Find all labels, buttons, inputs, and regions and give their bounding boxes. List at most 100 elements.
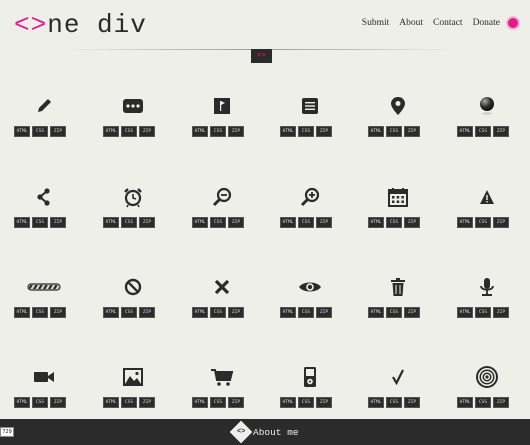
html-button[interactable]: HTML [103, 126, 119, 137]
zip-button[interactable]: ZIP [404, 126, 420, 137]
css-button[interactable]: CSS [32, 217, 48, 228]
html-button[interactable]: HTML [368, 307, 384, 318]
html-button[interactable]: HTML [192, 217, 208, 228]
about-me-label: About me [253, 426, 299, 438]
css-button[interactable]: CSS [210, 126, 226, 137]
ball-icon [469, 92, 505, 120]
grid-cell: HTML CSS ZIP [103, 177, 163, 239]
calendar-icon [380, 183, 416, 211]
cart-icon [204, 363, 240, 391]
html-button[interactable]: HTML [103, 217, 119, 228]
zip-button[interactable]: ZIP [493, 397, 509, 408]
css-button[interactable]: CSS [475, 217, 491, 228]
grid-cell: HTML CSS ZIP [103, 357, 163, 419]
html-button[interactable]: HTML [14, 397, 30, 408]
css-button[interactable]: CSS [386, 126, 402, 137]
donate-circle-icon[interactable] [506, 16, 520, 30]
logo[interactable]: <>ne div [14, 10, 147, 40]
css-button[interactable]: CSS [32, 397, 48, 408]
zip-button[interactable]: ZIP [316, 217, 332, 228]
css-button[interactable]: CSS [210, 217, 226, 228]
zip-button[interactable]: ZIP [228, 397, 244, 408]
zip-button[interactable]: ZIP [50, 397, 66, 408]
zip-button[interactable]: ZIP [493, 307, 509, 318]
css-button[interactable]: CSS [210, 397, 226, 408]
grid-cell: HTML CSS ZIP [280, 267, 340, 329]
zip-button[interactable]: ZIP [139, 397, 155, 408]
zip-button[interactable]: ZIP [316, 126, 332, 137]
css-button[interactable]: CSS [386, 307, 402, 318]
nav-contact[interactable]: Contact [433, 18, 463, 28]
grid-cell: HTML CSS ZIP [368, 177, 428, 239]
grid-cell: HTML CSS ZIP [14, 357, 74, 419]
css-button[interactable]: CSS [475, 126, 491, 137]
css-button[interactable]: CSS [121, 217, 137, 228]
html-button[interactable]: HTML [14, 126, 30, 137]
footer-bar: <> About me [0, 419, 530, 445]
css-button[interactable]: CSS [121, 307, 137, 318]
css-button[interactable]: CSS [32, 126, 48, 137]
html-button[interactable]: HTML [14, 217, 30, 228]
html-button[interactable]: HTML [457, 307, 473, 318]
eye-icon [292, 273, 328, 301]
html-button[interactable]: HTML [457, 126, 473, 137]
css-button[interactable]: CSS [121, 397, 137, 408]
css-button[interactable]: CSS [298, 217, 314, 228]
target-icon [469, 363, 505, 391]
zip-button[interactable]: ZIP [228, 126, 244, 137]
css-button[interactable]: CSS [386, 397, 402, 408]
zip-button[interactable]: ZIP [404, 217, 420, 228]
html-button[interactable]: HTML [14, 307, 30, 318]
zip-button[interactable]: ZIP [493, 217, 509, 228]
css-button[interactable]: CSS [210, 307, 226, 318]
html-button[interactable]: HTML [368, 126, 384, 137]
grid-cell: HTML CSS ZIP [103, 267, 163, 329]
html-button[interactable]: HTML [457, 397, 473, 408]
css-button[interactable]: CSS [298, 397, 314, 408]
nav-donate[interactable]: Donate [473, 18, 500, 28]
html-button[interactable]: HTML [280, 217, 296, 228]
html-button[interactable]: HTML [103, 307, 119, 318]
close-icon [204, 273, 240, 301]
zip-button[interactable]: ZIP [228, 307, 244, 318]
html-button[interactable]: HTML [457, 217, 473, 228]
corner-number-tooltip: 729 [0, 427, 14, 437]
about-me-link[interactable]: <> About me [229, 420, 299, 444]
zip-button[interactable]: ZIP [139, 307, 155, 318]
zip-button[interactable]: ZIP [50, 126, 66, 137]
zip-button[interactable]: ZIP [493, 126, 509, 137]
html-button[interactable]: HTML [192, 126, 208, 137]
zip-button[interactable]: ZIP [404, 397, 420, 408]
zip-button[interactable]: ZIP [316, 397, 332, 408]
html-button[interactable]: HTML [192, 397, 208, 408]
grid-cell: HTML CSS ZIP [14, 177, 74, 239]
css-button[interactable]: CSS [121, 126, 137, 137]
html-button[interactable]: HTML [368, 397, 384, 408]
zip-button[interactable]: ZIP [139, 126, 155, 137]
zip-button[interactable]: ZIP [316, 307, 332, 318]
css-button[interactable]: CSS [475, 397, 491, 408]
css-button[interactable]: CSS [475, 307, 491, 318]
zoom-out-icon [204, 183, 240, 211]
nav-about[interactable]: About [399, 18, 423, 28]
css-button[interactable]: CSS [298, 126, 314, 137]
zip-button[interactable]: ZIP [228, 217, 244, 228]
zip-button[interactable]: ZIP [139, 217, 155, 228]
grid-cell: HTML CSS ZIP [457, 86, 517, 148]
css-button[interactable]: CSS [298, 307, 314, 318]
html-button[interactable]: HTML [192, 307, 208, 318]
diamond-logo-glyph: <> [236, 428, 246, 436]
html-button[interactable]: HTML [280, 397, 296, 408]
zip-button[interactable]: ZIP [50, 217, 66, 228]
zip-button[interactable]: ZIP [50, 307, 66, 318]
logo-brackets: <> [14, 10, 48, 40]
zip-button[interactable]: ZIP [404, 307, 420, 318]
css-button[interactable]: CSS [32, 307, 48, 318]
css-button[interactable]: CSS [386, 217, 402, 228]
html-button[interactable]: HTML [103, 397, 119, 408]
html-button[interactable]: HTML [280, 126, 296, 137]
nav-submit[interactable]: Submit [362, 18, 389, 28]
html-button[interactable]: HTML [368, 217, 384, 228]
html-button[interactable]: HTML [280, 307, 296, 318]
pencil-icon [26, 92, 62, 120]
